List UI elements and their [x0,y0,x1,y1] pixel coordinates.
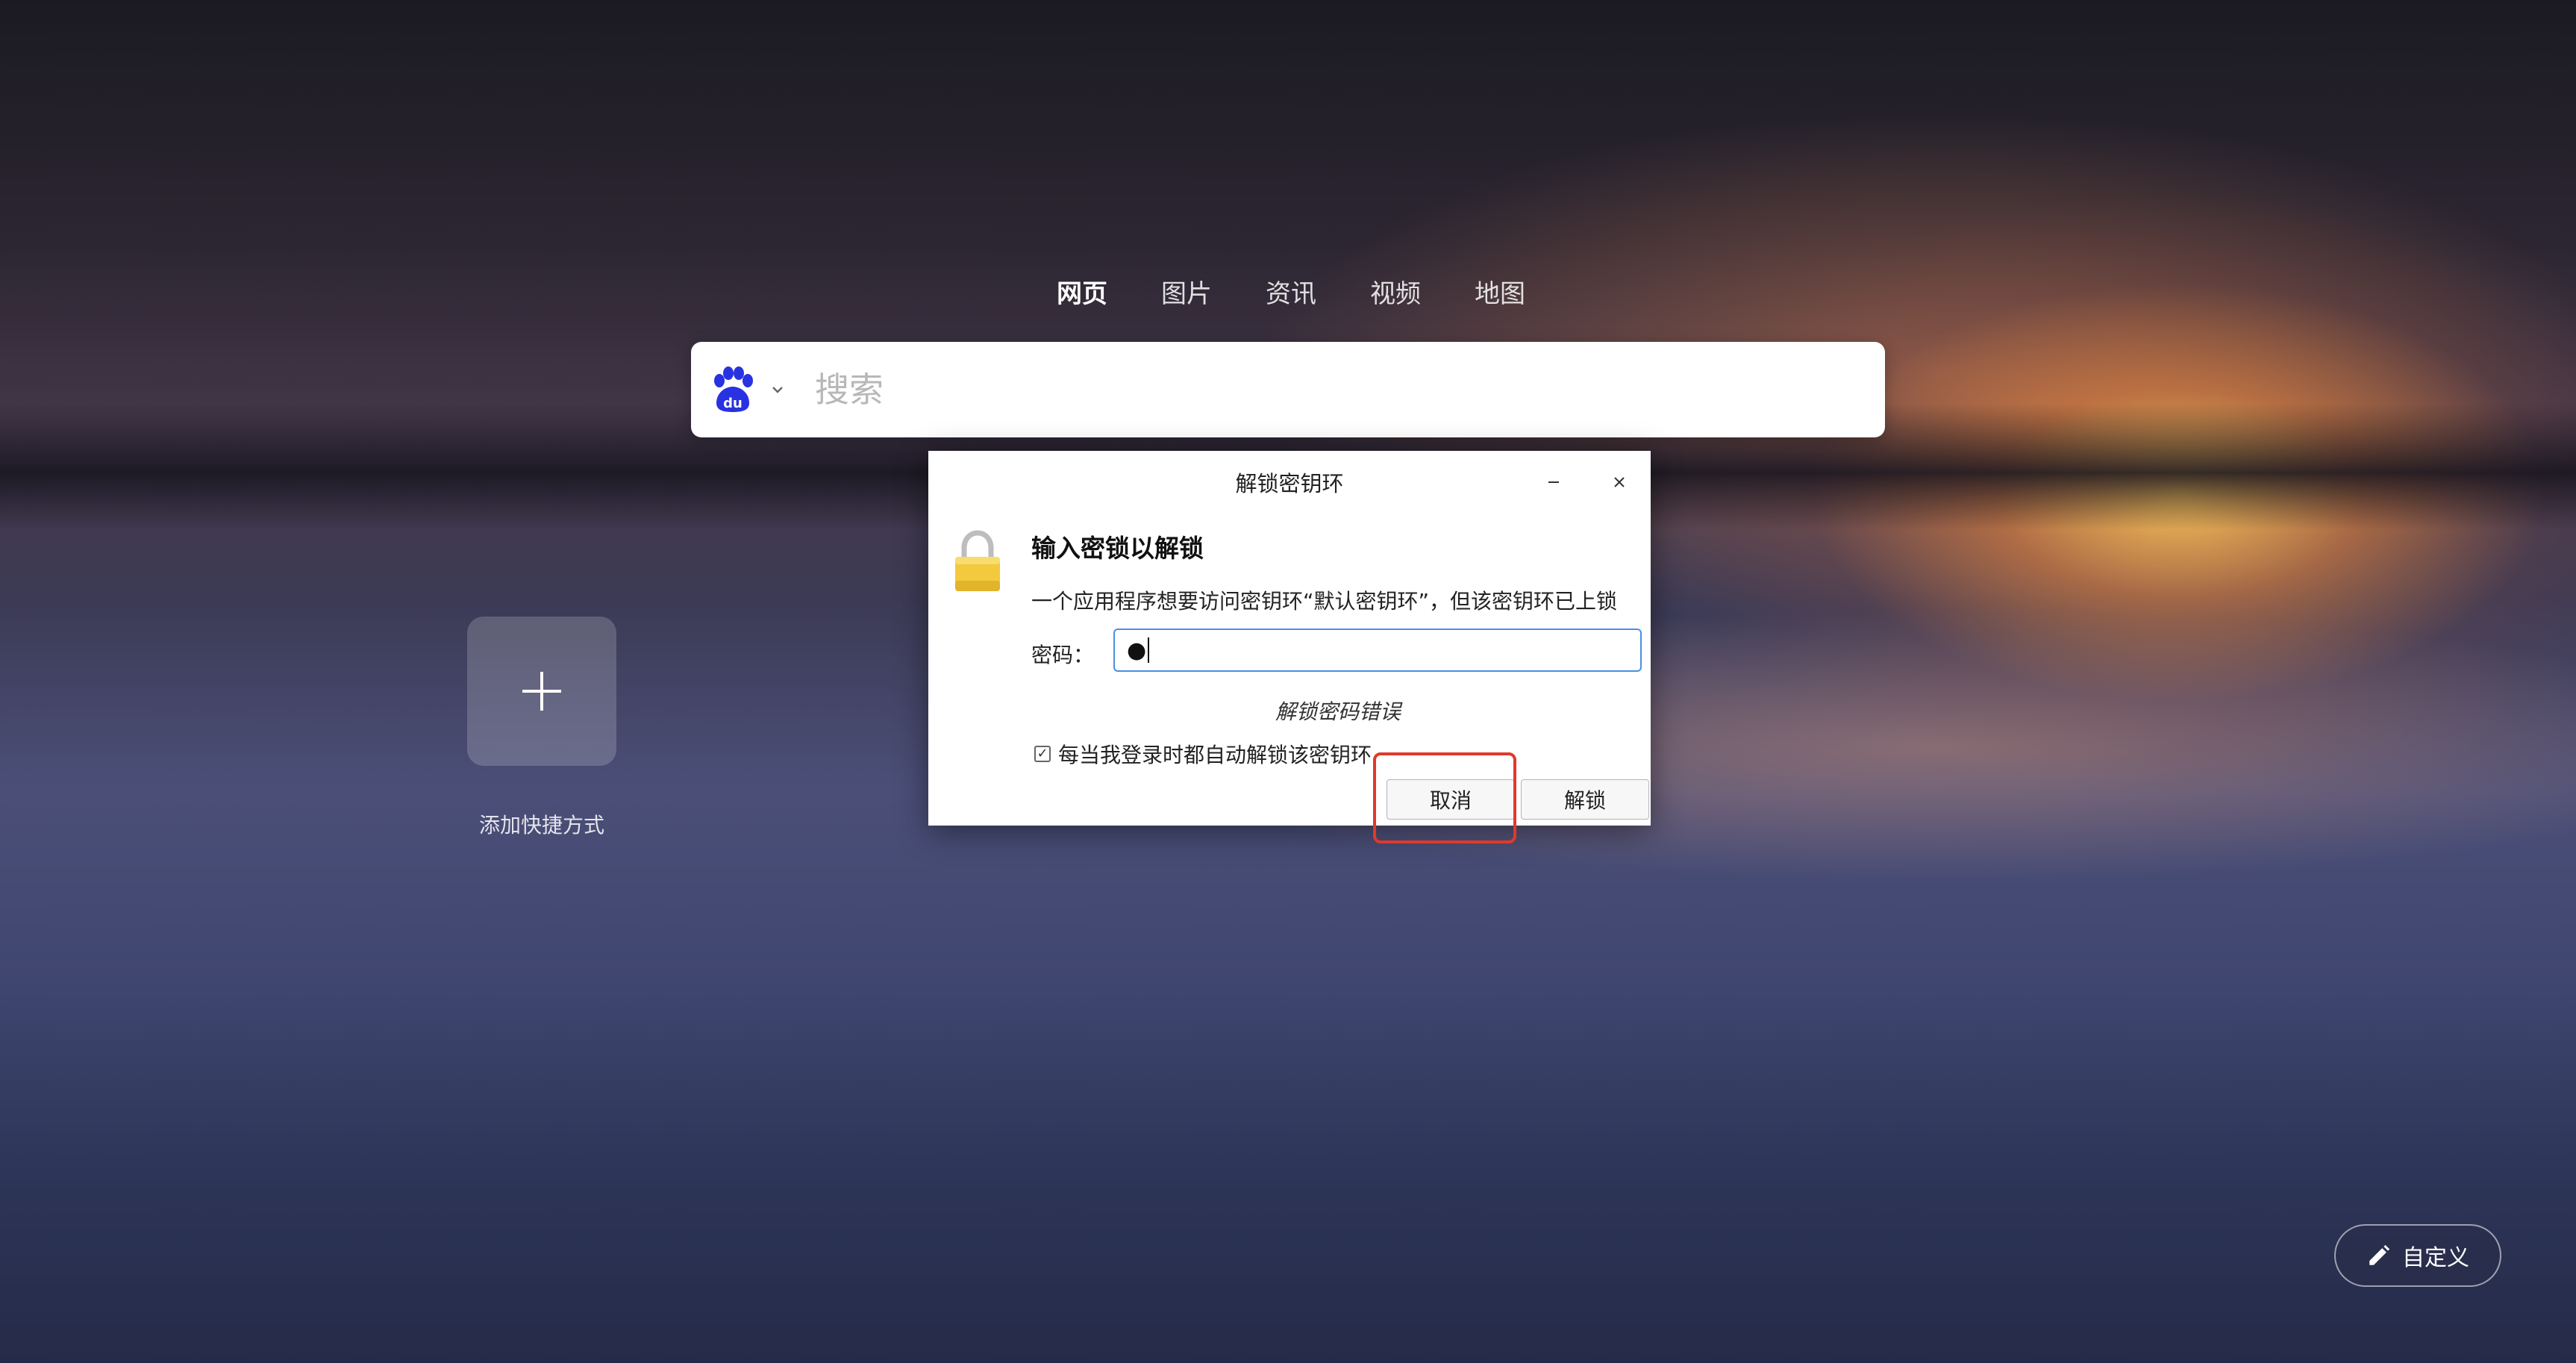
tab-news[interactable]: 资讯 [1239,273,1343,310]
baidu-paw-icon: du [714,367,753,412]
dialog-title: 解锁密钥环 [1235,471,1344,496]
minimize-icon [1548,481,1559,483]
tab-map[interactable]: 地图 [1448,273,1552,310]
wallpaper-snowfield [0,746,2576,1363]
password-mask: ● [1127,637,1147,664]
dialog-titlebar[interactable]: 解锁密钥环 [928,451,1651,514]
dialog-description: 一个应用程序想要访问密钥环“默认密钥环”，但该密钥环已上锁 [1031,589,1618,614]
password-label: 密码： [1031,643,1095,667]
pencil-icon [2369,1244,2390,1265]
annotation-highlight-box [1373,752,1516,843]
close-icon [1614,477,1625,487]
search-engine-selector[interactable]: du [710,366,787,414]
chevron-down-icon [772,387,783,393]
unlock-keyring-dialog: 解锁密钥环 输入密锁以解锁 一个应用程序想要访问密钥环“默认密钥环”，但该密钥环… [928,451,1651,826]
add-shortcut-button[interactable] [467,617,616,766]
dialog-heading: 输入密锁以解锁 [1031,534,1204,563]
tab-web[interactable]: 网页 [1030,273,1134,310]
tab-video[interactable]: 视频 [1343,273,1448,310]
customize-button[interactable]: 自定义 [2334,1224,2501,1287]
tab-images[interactable]: 图片 [1134,273,1239,310]
add-shortcut-label: 添加快捷方式 [478,813,604,838]
close-button[interactable] [1604,467,1634,497]
padlock-icon [955,530,1000,591]
search-bar: du [691,342,1885,437]
search-category-tabs: 网页 图片 资讯 视频 地图 [1030,273,1552,310]
auto-unlock-checkbox[interactable]: ✓ 每当我登录时都自动解锁该密钥环 [1034,739,1372,769]
checkbox-icon: ✓ [1034,746,1051,762]
error-message: 解锁密码错误 [1275,699,1401,724]
unlock-button[interactable]: 解锁 [1521,779,1649,820]
svg-text:du: du [723,396,743,411]
minimize-button[interactable] [1539,467,1569,497]
customize-label: 自定义 [2402,1245,2469,1271]
password-field[interactable]: ● [1113,629,1642,672]
plus-icon [522,672,561,711]
auto-unlock-label: 每当我登录时都自动解锁该密钥环 [1058,743,1372,767]
text-caret [1148,637,1150,663]
search-input[interactable] [813,369,1846,411]
